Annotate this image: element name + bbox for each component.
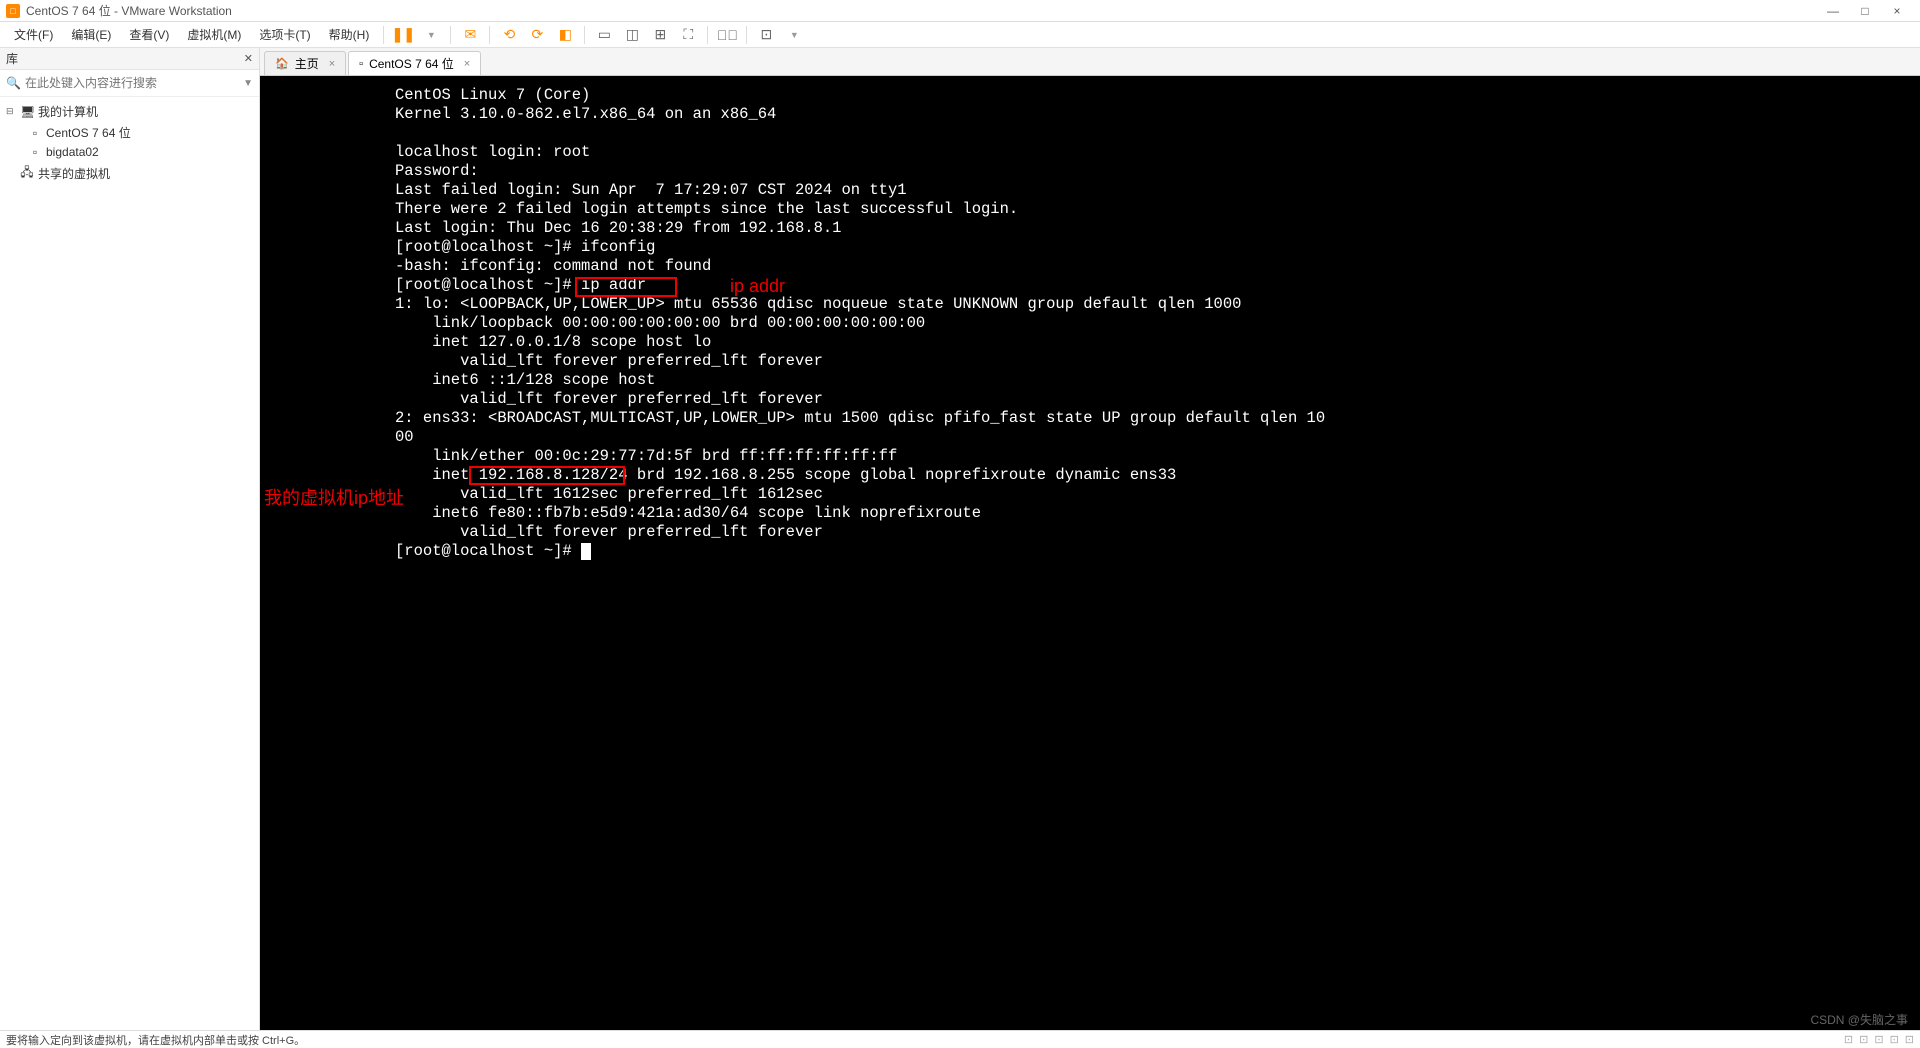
menu-tabs[interactable]: 选项卡(T) <box>251 23 318 46</box>
app-icon: □ <box>6 4 20 18</box>
vm-icon: ▫ <box>28 126 42 140</box>
sidebar: 库 ✕ 🔍 ▼ ⊟ 🖥 我的计算机 ▫ CentOS 7 64 位 ▫ bigd… <box>0 48 260 1030</box>
annotation-box-ip <box>469 466 625 485</box>
menu-edit[interactable]: 编辑(E) <box>63 23 119 46</box>
tab-label: 主页 <box>295 55 319 72</box>
maximize-button[interactable]: □ <box>1858 4 1872 18</box>
tab-label: CentOS 7 64 位 <box>369 55 454 72</box>
sidebar-header: 库 ✕ <box>0 48 259 70</box>
statusbar: 要将输入定向到该虚拟机，请在虚拟机内部单击或按 Ctrl+G。 ⊡ ⊡ ⊡ ⊡ … <box>0 1030 1920 1048</box>
separator <box>489 26 490 44</box>
annotation-box-ipaddr <box>575 277 677 297</box>
separator <box>383 26 384 44</box>
search-dropdown-icon[interactable]: ▼ <box>243 78 253 89</box>
tab-close-icon[interactable]: × <box>464 58 470 70</box>
annotation-label-ipaddr: ip addr <box>730 276 785 297</box>
window-title: CentOS 7 64 位 - VMware Workstation <box>26 2 1826 19</box>
computer-icon: 🖥 <box>20 105 34 119</box>
dropdown-icon-2[interactable]: ▼ <box>783 24 805 46</box>
window-controls: — □ × <box>1826 4 1904 18</box>
content-area: 🏠 主页 × ▫ CentOS 7 64 位 × CentOS Linux 7 … <box>260 48 1920 1030</box>
layout-icon-2[interactable]: ◫ <box>621 24 643 46</box>
device-icon[interactable]: ⊡ <box>1905 1033 1914 1046</box>
tree-label: bigdata02 <box>46 145 99 159</box>
tree-label: CentOS 7 64 位 <box>46 124 131 141</box>
separator <box>707 26 708 44</box>
layout-icon-1[interactable]: ▭ <box>593 24 615 46</box>
layout-icon-4[interactable]: ⛶ <box>677 24 699 46</box>
search-icon: 🔍 <box>6 76 21 90</box>
separator <box>450 26 451 44</box>
menu-help[interactable]: 帮助(H) <box>321 23 378 46</box>
shared-icon: 🖧 <box>20 163 34 184</box>
statusbar-right: ⊡ ⊡ ⊡ ⊡ ⊡ <box>1844 1033 1914 1046</box>
tree-item-bigdata02[interactable]: ▫ bigdata02 <box>0 143 259 161</box>
vm-icon: ▫ <box>28 145 42 159</box>
menu-vm[interactable]: 虚拟机(M) <box>179 23 249 46</box>
sidebar-title: 库 <box>6 50 18 67</box>
home-icon: 🏠 <box>275 57 289 70</box>
terminal-viewport[interactable]: CentOS Linux 7 (Core) Kernel 3.10.0-862.… <box>260 76 1920 1030</box>
menu-file[interactable]: 文件(F) <box>6 23 61 46</box>
separator <box>746 26 747 44</box>
snapshot-icon[interactable]: ⟲ <box>498 24 520 46</box>
device-icon[interactable]: ⊡ <box>1874 1033 1883 1046</box>
collapse-icon[interactable]: ⊟ <box>6 106 16 117</box>
main-container: 库 ✕ 🔍 ▼ ⊟ 🖥 我的计算机 ▫ CentOS 7 64 位 ▫ bigd… <box>0 48 1920 1030</box>
search-input[interactable] <box>25 74 239 92</box>
tree-root-my-computer[interactable]: ⊟ 🖥 我的计算机 <box>0 101 259 122</box>
snapshot-manager-icon[interactable]: ◧ <box>554 24 576 46</box>
snapshot-icon-2[interactable]: ⟳ <box>526 24 548 46</box>
separator <box>584 26 585 44</box>
device-icon[interactable]: ⊡ <box>1844 1033 1853 1046</box>
tree-item-centos[interactable]: ▫ CentOS 7 64 位 <box>0 122 259 143</box>
terminal-output[interactable]: CentOS Linux 7 (Core) Kernel 3.10.0-862.… <box>395 76 1920 561</box>
titlebar: □ CentOS 7 64 位 - VMware Workstation — □… <box>0 0 1920 22</box>
statusbar-text: 要将输入定向到该虚拟机，请在虚拟机内部单击或按 Ctrl+G。 <box>6 1032 305 1048</box>
menu-view[interactable]: 查看(V) <box>121 23 177 46</box>
tab-centos[interactable]: ▫ CentOS 7 64 位 × <box>348 51 481 75</box>
tree-shared-vms[interactable]: 🖧 共享的虚拟机 <box>0 161 259 186</box>
watermark: CSDN @失脑之事 <box>1810 1011 1908 1028</box>
unity-icon[interactable]: ⊡ <box>755 24 777 46</box>
menubar: 文件(F) 编辑(E) 查看(V) 虚拟机(M) 选项卡(T) 帮助(H) ❚❚… <box>0 22 1920 48</box>
device-icon[interactable]: ⊡ <box>1859 1033 1868 1046</box>
send-button[interactable]: ✉ <box>459 24 481 46</box>
tab-home[interactable]: 🏠 主页 × <box>264 51 346 75</box>
device-icon[interactable]: ⊡ <box>1890 1033 1899 1046</box>
close-button[interactable]: × <box>1890 4 1904 18</box>
tree-label: 我的计算机 <box>38 103 98 120</box>
tab-close-icon[interactable]: × <box>329 58 335 70</box>
tree-label: 共享的虚拟机 <box>38 165 110 182</box>
tabbar: 🏠 主页 × ▫ CentOS 7 64 位 × <box>260 48 1920 76</box>
annotation-label-myvm-ip: 我的虚拟机ip地址 <box>264 484 404 510</box>
minimize-button[interactable]: — <box>1826 4 1840 18</box>
sidebar-close-icon[interactable]: ✕ <box>244 52 253 65</box>
pause-button[interactable]: ❚❚ <box>392 24 414 46</box>
fullscreen-icon[interactable]: ▶⃞ <box>716 24 738 46</box>
layout-icon-3[interactable]: ⊞ <box>649 24 671 46</box>
search-row: 🔍 ▼ <box>0 70 259 97</box>
library-tree: ⊟ 🖥 我的计算机 ▫ CentOS 7 64 位 ▫ bigdata02 🖧 … <box>0 97 259 190</box>
vm-tab-icon: ▫ <box>359 58 363 70</box>
dropdown-icon[interactable]: ▼ <box>420 24 442 46</box>
